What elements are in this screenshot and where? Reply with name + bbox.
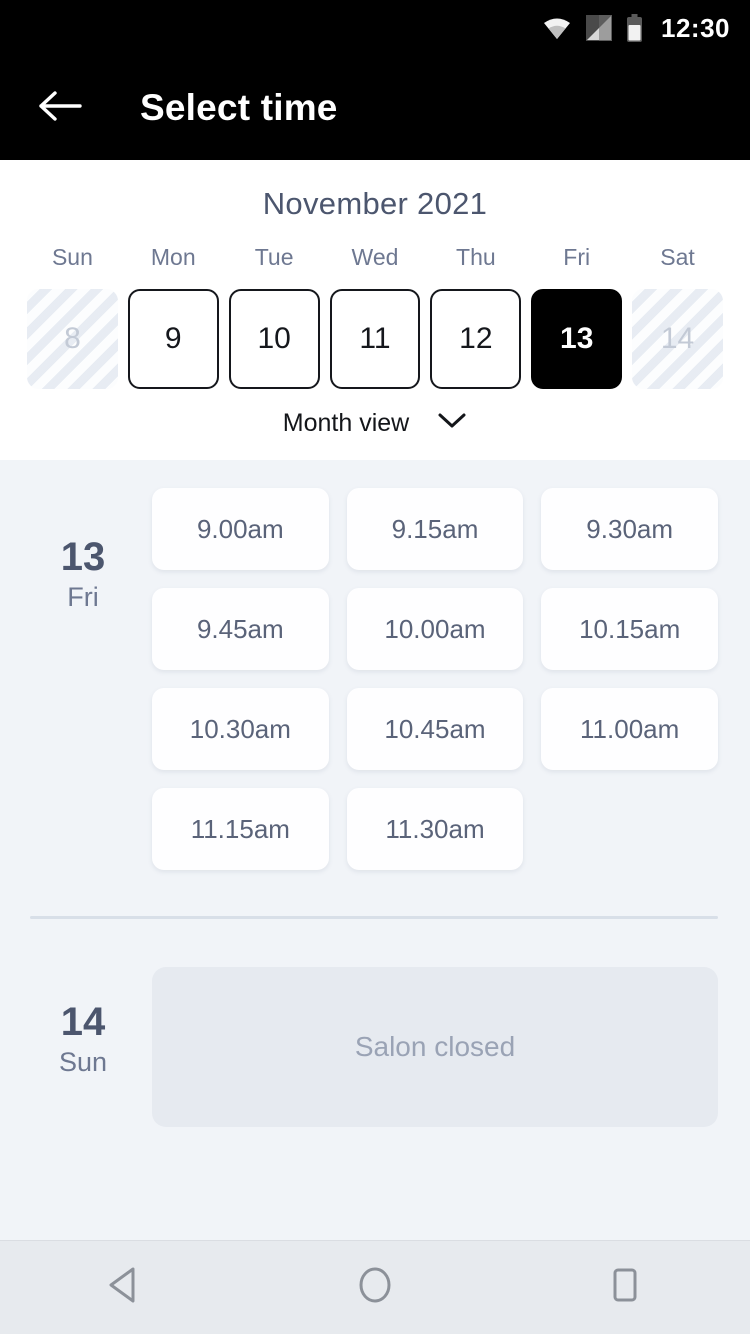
home-circle-icon [355,1265,395,1310]
schedule-section: 13 Fri 9.00am 9.15am 9.30am 9.45am 10.00… [0,460,750,1212]
chevron-down-icon [437,412,467,435]
back-triangle-icon [106,1265,144,1310]
weekday-label: Wed [351,244,399,270]
time-slot[interactable]: 9.45am [152,588,329,670]
weekday-label: Mon [150,244,196,270]
wifi-icon [542,15,572,41]
time-slot[interactable]: 9.30am [541,488,718,570]
time-slot[interactable]: 9.00am [152,488,329,570]
recents-square-icon [607,1265,643,1310]
month-view-toggle[interactable]: Month view [0,389,750,438]
calendar-day-8: 8 [27,289,118,389]
cellular-signal-icon [586,15,612,41]
weekday-label: Sat [660,244,695,270]
calendar-day-12[interactable]: 12 [430,289,522,389]
schedule-day-14: 14 Sun Salon closed [0,919,750,1127]
time-slot[interactable]: 11.15am [152,788,329,870]
calendar-month-title: November 2021 [262,186,488,221]
back-button[interactable] [32,80,88,136]
time-slot-grid: 9.00am 9.15am 9.30am 9.45am 10.00am 10.1… [134,488,718,870]
battery-icon [626,14,643,42]
nav-home-button[interactable] [320,1241,430,1334]
weekday-label: Thu [456,244,496,270]
weekday-header-row: Sun Mon Tue Wed Thu Fri Sat [0,244,750,289]
status-bar: 12:30 [0,0,750,56]
time-slot[interactable]: 10.00am [346,588,524,670]
status-bar-clock: 12:30 [661,12,730,43]
schedule-day-label: 14 Sun [32,967,134,1127]
calendar-day-9[interactable]: 9 [127,289,219,389]
calendar-day-13[interactable]: 13 [531,289,623,389]
nav-recents-button[interactable] [570,1241,680,1334]
calendar-day-11[interactable]: 11 [329,289,421,389]
calendar-panel: November 2021 Sun Mon Tue Wed Thu Fri Sa… [0,160,750,460]
time-slot[interactable]: 10.30am [152,688,329,770]
schedule-day-weekday: Sun [58,1047,108,1077]
time-slot[interactable]: 11.30am [346,788,524,870]
phone-screen: 12:30 Select time November 2021 Sun Mon … [0,0,750,1334]
salon-closed-banner: Salon closed [152,967,718,1127]
schedule-day-label: 13 Fri [32,488,134,870]
schedule-day-weekday: Fri [67,582,99,612]
month-view-label: Month view [282,409,410,437]
calendar-day-row: 8 9 10 11 12 13 14 [0,289,750,389]
schedule-day-number: 14 [60,1000,106,1044]
weekday-label: Fri [563,244,591,270]
weekday-label: Tue [254,244,294,270]
schedule-day-number: 13 [60,535,106,579]
android-navigation-bar [0,1240,750,1334]
time-slot[interactable]: 9.15am [346,488,524,570]
time-slot[interactable]: 10.15am [541,588,718,670]
schedule-day-13: 13 Fri 9.00am 9.15am 9.30am 9.45am 10.00… [0,488,750,870]
app-bar: Select time [0,56,750,160]
time-slot[interactable]: 11.00am [541,688,718,770]
nav-back-button[interactable] [70,1241,180,1334]
page-title: Select time [140,87,338,128]
calendar-day-14: 14 [632,289,723,389]
time-slot[interactable]: 10.45am [346,688,524,770]
calendar-day-10[interactable]: 10 [228,289,320,389]
weekday-label: Sun [51,244,93,270]
arrow-left-icon [38,89,82,128]
